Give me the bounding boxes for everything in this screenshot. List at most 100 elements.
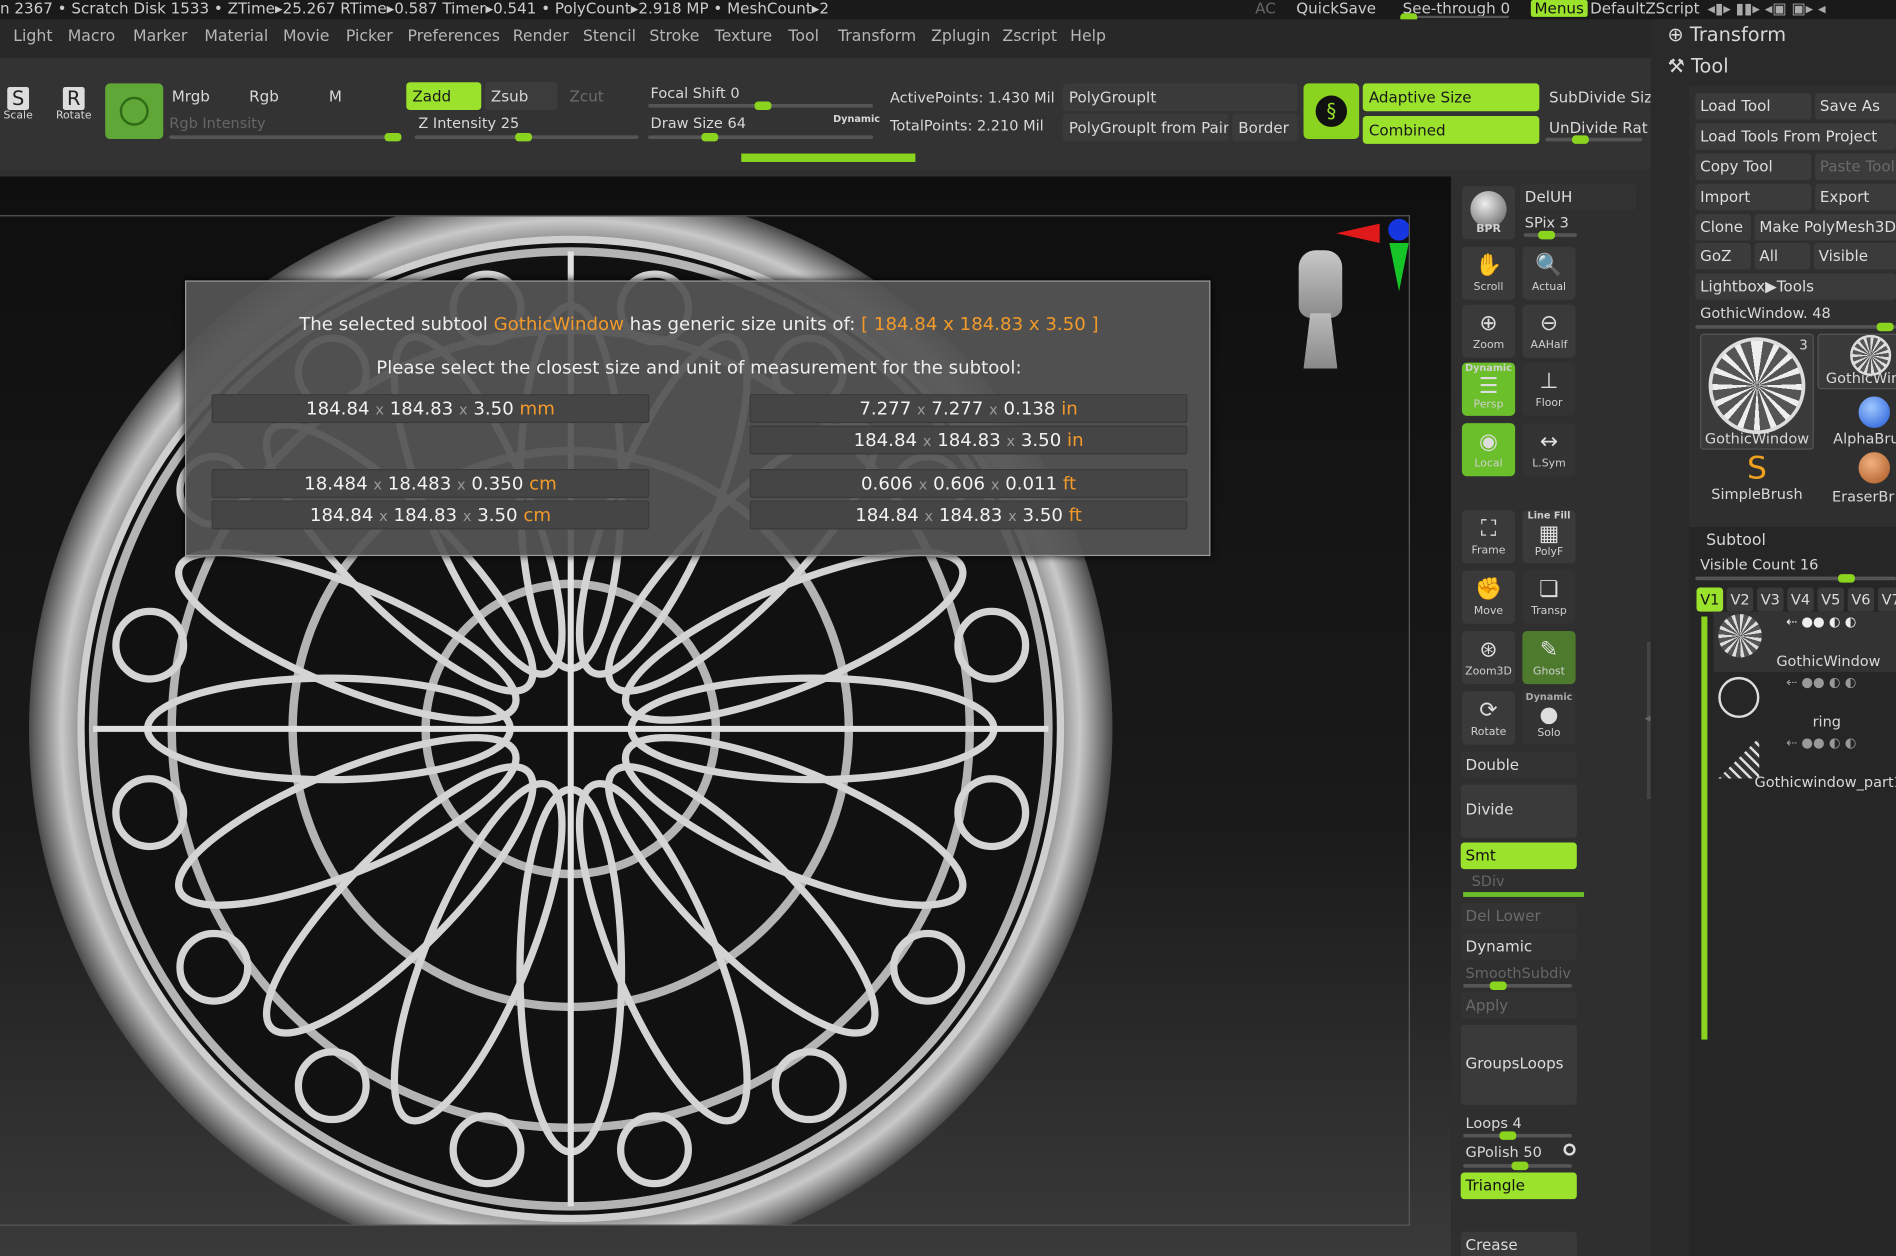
v2-tab[interactable]: V2 [1726, 587, 1754, 612]
v5-tab[interactable]: V5 [1817, 587, 1845, 612]
orientation-head-icon[interactable] [1291, 250, 1349, 369]
size-option-in[interactable]: 184.84 x 184.83 x 3.50 in [749, 425, 1188, 455]
menu-tool[interactable]: Tool [788, 28, 819, 46]
menu-zplugin[interactable]: Zplugin [931, 28, 990, 46]
sdiv-track[interactable] [1463, 892, 1585, 897]
deluh-button[interactable]: DelUH [1519, 183, 1637, 211]
gpolish-slider[interactable]: GPolish 50 [1466, 1144, 1542, 1161]
smt-toggle[interactable]: Smt [1460, 842, 1577, 870]
visibility-toggle-icon[interactable]: ⇠ ●● ◐ ◐ [1786, 735, 1856, 751]
visible-count-track[interactable] [1695, 574, 1896, 583]
tool-thumb-alphabrush[interactable]: AlphaBru [1817, 394, 1896, 450]
menus-toggle[interactable]: Menus [1530, 0, 1588, 17]
menu-render[interactable]: Render [513, 28, 569, 46]
menu-material[interactable]: Material [204, 28, 268, 46]
menu-marker[interactable]: Marker [133, 28, 187, 46]
goz-all-button[interactable]: All [1754, 242, 1811, 270]
paste-tool-button[interactable]: Paste Tool [1815, 153, 1896, 181]
persp-button[interactable]: Dynamic ☰ Persp [1461, 362, 1516, 416]
spix-track[interactable] [1523, 230, 1577, 240]
visible-count-slider[interactable]: Visible Count 16 [1700, 556, 1818, 573]
size-option-ft[interactable]: 184.84 x 184.83 x 3.50 ft [749, 500, 1188, 530]
zsub-button[interactable]: Zsub [484, 82, 558, 111]
menu-macro[interactable]: Macro [68, 28, 116, 46]
subtool-header[interactable]: Subtool [1706, 532, 1766, 550]
layout-arrows-icon[interactable]: ◂▮▸ ▮▮▸ ◂▣ ▣▸ ◂ [1707, 0, 1825, 17]
focal-shift-track[interactable] [648, 101, 874, 111]
zoom-button[interactable]: ⊕ Zoom [1461, 304, 1516, 358]
draw-size-track[interactable] [648, 132, 874, 142]
scale-tool[interactable]: S Scale [0, 87, 36, 135]
subtool-item-gothicwindow-part1[interactable]: ⇠ ●● ◐ ◐ Gothicwindow_part1 [1713, 733, 1896, 793]
menu-preferences[interactable]: Preferences [408, 28, 500, 46]
double-button[interactable]: Double [1460, 751, 1577, 779]
import-button[interactable]: Import [1695, 183, 1812, 211]
mrgb-button[interactable]: Mrgb [165, 82, 239, 111]
v6-tab[interactable]: V6 [1847, 587, 1875, 612]
tool-thumb-simplebrush[interactable]: S SimpleBrush [1700, 452, 1814, 508]
smooth-subdiv-track[interactable] [1463, 981, 1572, 991]
menu-light[interactable]: Light [13, 28, 52, 46]
move-button[interactable]: ✊ Move [1461, 570, 1516, 624]
zcut-button[interactable]: Zcut [563, 82, 637, 111]
rgb-button[interactable]: Rgb [243, 82, 316, 111]
frame-button[interactable]: ⛶ Frame [1461, 510, 1516, 564]
save-as-button[interactable]: Save As [1815, 93, 1896, 120]
zoom3d-button[interactable]: ⊛ Zoom3D [1461, 630, 1516, 685]
ghost-button[interactable]: ✎ Ghost [1522, 630, 1576, 685]
transform-header[interactable]: ⊕ Transform [1667, 23, 1786, 46]
scroll-button[interactable]: ✋ Scroll [1461, 246, 1516, 300]
triangle-toggle[interactable]: Triangle [1460, 1172, 1577, 1200]
current-tool-slider[interactable]: GothicWindow. 48 [1700, 305, 1831, 322]
loops-slider[interactable]: Loops 4 [1466, 1115, 1522, 1132]
menu-stencil[interactable]: Stencil [583, 28, 636, 46]
polyf-button[interactable]: Line Fill ▦ PolyF [1522, 510, 1576, 564]
v3-tab[interactable]: V3 [1756, 587, 1784, 612]
size-option-in-scaled[interactable]: 7.277 x 7.277 x 0.138 in [749, 394, 1188, 424]
clone-button[interactable]: Clone [1695, 213, 1751, 241]
subtool-scrollbar[interactable] [1701, 616, 1708, 1040]
lsym-button[interactable]: ↔ L.Sym [1522, 423, 1576, 477]
material-swatch[interactable] [105, 83, 164, 140]
load-tools-from-project-button[interactable]: Load Tools From Project [1695, 123, 1896, 150]
menu-transform[interactable]: Transform [838, 28, 916, 46]
ac-label[interactable]: AC [1255, 0, 1276, 17]
quicksave-button[interactable]: QuickSave [1296, 0, 1376, 17]
combined-button[interactable]: Combined [1362, 116, 1540, 144]
visibility-toggle-icon[interactable]: ⇠ ●● ◐ ◐ [1786, 675, 1856, 691]
v4-tab[interactable]: V4 [1787, 587, 1814, 612]
rotate-tool[interactable]: R Rotate [53, 87, 94, 135]
actual-button[interactable]: 🔍 Actual [1522, 246, 1576, 300]
lightbox-tools-button[interactable]: Lightbox▶Tools [1695, 273, 1896, 300]
polygroupit-from-paint-button[interactable]: PolyGroupIt from Paint [1062, 113, 1229, 142]
focal-shift-slider[interactable]: Focal Shift 0 [651, 85, 740, 102]
menu-picker[interactable]: Picker [346, 28, 393, 46]
groupsloops-button[interactable]: GroupsLoops [1460, 1025, 1577, 1105]
document-viewport[interactable]: The selected subtool GothicWindow has ge… [0, 176, 1452, 1256]
menu-zscript[interactable]: Zscript [1002, 28, 1057, 46]
aahalf-button[interactable]: ⊖ AAHalf [1522, 304, 1576, 358]
tool-thumb-eraserbrush[interactable]: EraserBr [1817, 452, 1896, 508]
current-tool-track[interactable] [1695, 322, 1896, 332]
gpolish-track[interactable] [1463, 1161, 1572, 1171]
undivide-track[interactable] [1545, 135, 1643, 144]
export-button[interactable]: Export [1815, 183, 1896, 211]
draw-size-slider[interactable]: Draw Size 64 [651, 115, 746, 132]
adaptive-size-button[interactable]: Adaptive Size [1362, 83, 1540, 112]
del-lower-button[interactable]: Del Lower [1460, 902, 1577, 930]
gpolish-circle-icon[interactable] [1563, 1143, 1576, 1156]
size-option-cm[interactable]: 184.84 x 184.83 x 3.50 cm [211, 500, 650, 530]
see-through-track[interactable] [1400, 13, 1510, 22]
spix-slider[interactable]: SPix 3 [1525, 214, 1569, 231]
v7-tab[interactable]: V7 [1877, 587, 1896, 612]
menu-help[interactable]: Help [1070, 28, 1106, 46]
dynamesh-button[interactable]: § [1303, 83, 1360, 140]
z-intensity-slider[interactable]: Z Intensity 25 [418, 115, 519, 132]
divide-button[interactable]: Divide [1460, 784, 1577, 838]
subtool-item-gothicwindow[interactable]: ⇠ ●● ◐ ◐ GothicWindow [1713, 611, 1896, 673]
local-button[interactable]: ◉ Local [1461, 423, 1516, 477]
goz-button[interactable]: GoZ [1695, 242, 1751, 270]
tool-thumb-gothicwin[interactable]: GothicWin [1817, 333, 1896, 390]
subdivide-size-slider[interactable]: SubDivide Siz [1542, 83, 1651, 112]
crease-button[interactable]: Crease [1460, 1231, 1577, 1256]
